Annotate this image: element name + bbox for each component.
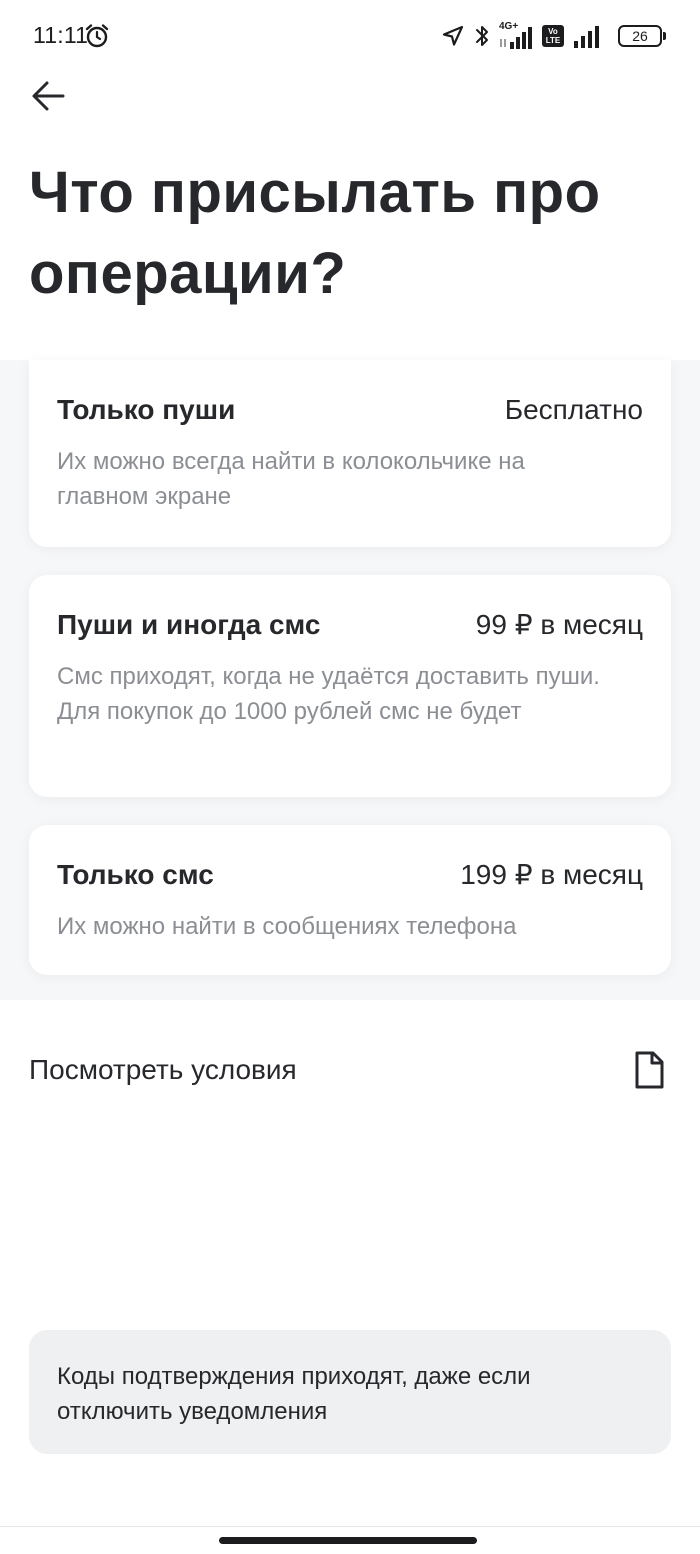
option-description: Их можно найти в сообщениях телефона: [57, 913, 517, 940]
battery-icon: 26: [618, 25, 666, 47]
option-card-sms-only[interactable]: Только смс 199 ₽ в месяц Их можно найти …: [29, 825, 671, 975]
option-title: Только смс: [57, 859, 214, 890]
option-description: Их можно всегда найти в колокольчике на …: [57, 448, 525, 510]
location-icon: [441, 24, 465, 48]
option-header: Только смс 199 ₽ в месяц: [57, 859, 643, 891]
bluetooth-icon: [474, 23, 490, 49]
info-note-text: Коды подтверждения приходят, даже если о…: [57, 1363, 531, 1425]
view-conditions-label: Посмотреть условия: [29, 1054, 297, 1085]
volte-icon: Vo LTE: [542, 25, 564, 47]
option-price: 199 ₽ в месяц: [460, 859, 643, 890]
option-card-push-only[interactable]: Только пуши Бесплатно Их можно всегда на…: [29, 360, 671, 547]
option-price: 99 ₽ в месяц: [475, 609, 643, 640]
signal-icon: 4G+: [499, 22, 533, 50]
arrow-left-icon: [30, 78, 66, 119]
view-conditions-link[interactable]: Посмотреть условия: [29, 1040, 671, 1100]
options-list: Только пуши Бесплатно Их можно всегда на…: [0, 360, 700, 1000]
option-header: Только пуши Бесплатно: [57, 394, 643, 426]
option-price: Бесплатно: [504, 394, 643, 425]
status-icons: 4G+ Vo LTE 26: [441, 20, 666, 52]
option-description: Смс приходят, когда не удаётся доставить…: [57, 663, 600, 725]
back-button[interactable]: [26, 76, 70, 120]
signal-icon: [573, 24, 605, 48]
status-time: 11:11: [33, 22, 89, 48]
volte-bottom: LTE: [545, 36, 561, 45]
home-indicator[interactable]: [219, 1537, 477, 1544]
option-title: Пуши и иногда смс: [57, 609, 321, 640]
document-icon: [631, 1050, 667, 1090]
option-card-push-and-sms[interactable]: Пуши и иногда смс 99 ₽ в месяц Смс прихо…: [29, 575, 671, 797]
status-bar: 11:11 4G+ Vo LTE 26: [0, 0, 700, 72]
option-header: Пуши и иногда смс 99 ₽ в месяц: [57, 609, 643, 641]
volte-top: Vo: [548, 27, 558, 36]
page-title: Что присылать про операции?: [29, 160, 601, 306]
alarm-icon: [84, 23, 110, 49]
option-title: Только пуши: [57, 394, 236, 425]
battery-level: 26: [632, 28, 648, 44]
info-note: Коды подтверждения приходят, даже если о…: [29, 1330, 671, 1454]
bottom-divider: [0, 1526, 700, 1527]
